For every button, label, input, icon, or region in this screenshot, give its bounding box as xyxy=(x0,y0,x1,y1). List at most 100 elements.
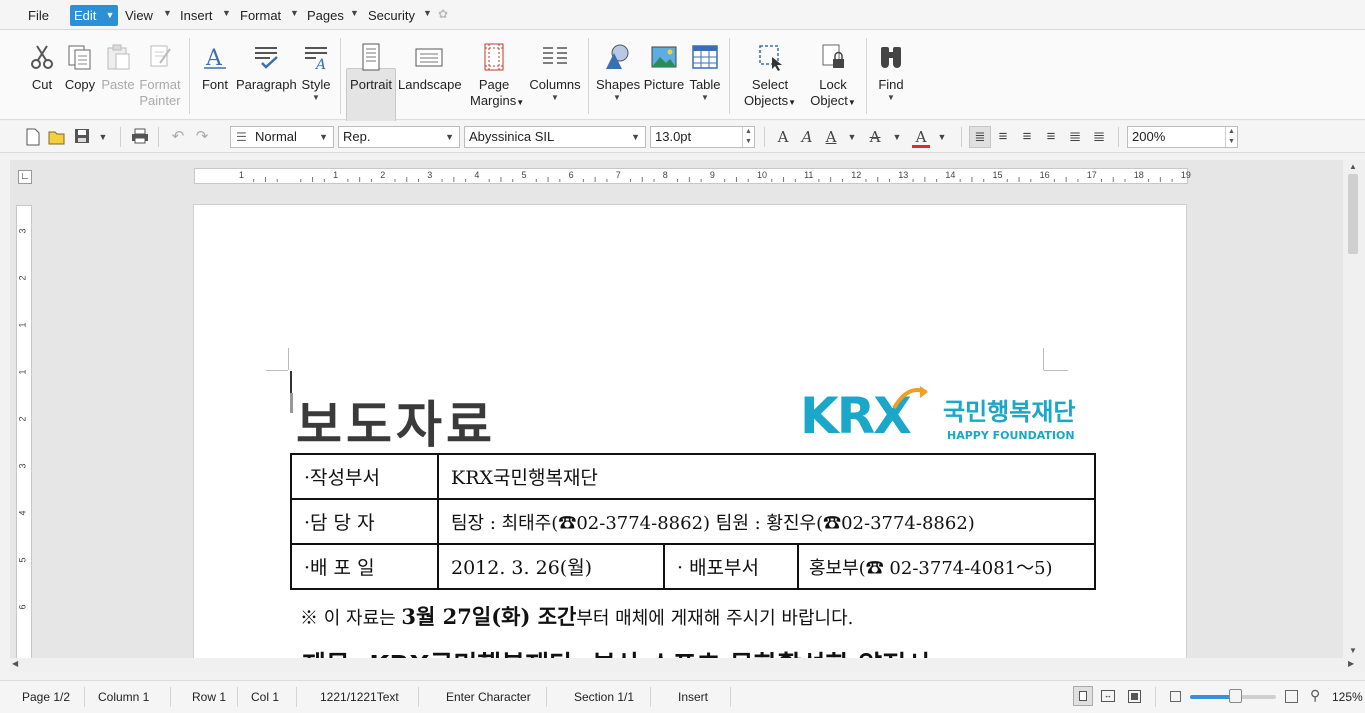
status-insert[interactable]: Insert xyxy=(678,690,708,704)
save-icon[interactable] xyxy=(73,128,91,146)
chevron-down-icon[interactable]: ▼ xyxy=(94,128,112,146)
align-center-icon[interactable]: ≡ xyxy=(1018,128,1036,146)
zoom-stepper[interactable]: ▲ ▼ xyxy=(1225,127,1237,147)
underline-icon[interactable]: A xyxy=(822,128,840,146)
open-folder-icon[interactable] xyxy=(48,128,66,146)
menu-insert[interactable]: Insert xyxy=(176,5,217,26)
copy-button[interactable]: Copy xyxy=(62,38,98,118)
lock-object-button[interactable]: Lock Object▼ xyxy=(808,38,858,118)
chevron-down-icon[interactable]: ▼ xyxy=(874,93,908,103)
select-objects-button[interactable]: Select Objects▼ xyxy=(744,38,796,118)
chevron-down-icon[interactable]: ▼ xyxy=(350,8,359,18)
table-button[interactable]: Table ▼ xyxy=(688,38,722,118)
web-view-icon[interactable]: ↔ xyxy=(1101,690,1115,702)
font-size-input[interactable]: 13.0pt ▲ ▼ xyxy=(650,126,755,148)
scrollbar-thumb[interactable] xyxy=(1348,174,1358,254)
logo-english: HAPPY FOUNDATION xyxy=(947,429,1075,442)
bold-icon[interactable]: A xyxy=(774,128,792,146)
shapes-button[interactable]: Shapes ▼ xyxy=(596,38,640,118)
fit-view-icon[interactable] xyxy=(1128,690,1141,703)
row3-label: ·배 포 일 xyxy=(290,543,439,590)
paragraph-button[interactable]: Paragraph xyxy=(236,38,297,118)
chevron-down-icon[interactable]: ▼ xyxy=(688,93,722,103)
horizontal-ruler[interactable]: 1 1 2 3 4 5 6 7 8 9 10 11 12 13 14 15 16 17 18 19 xyxy=(194,168,1191,184)
magnifier-icon[interactable]: ⚲ xyxy=(1310,687,1320,704)
align-justify-icon[interactable]: ≣ xyxy=(1066,128,1084,146)
shapes-icon xyxy=(603,43,631,71)
zoom-out-icon[interactable] xyxy=(1170,691,1181,702)
new-document-icon[interactable] xyxy=(24,128,42,146)
chevron-down-icon[interactable]: ▼ xyxy=(933,128,951,146)
table-row: ·작성부서 KRX국민행복재단 xyxy=(290,453,1096,500)
menu-format[interactable]: Format xyxy=(236,5,285,26)
redo-icon[interactable]: ↷ xyxy=(193,128,211,146)
zoom-slider-handle[interactable] xyxy=(1229,689,1242,703)
align-right-icon[interactable]: ≡ xyxy=(1042,128,1060,146)
vruler-number: 1 xyxy=(17,322,28,328)
style-select[interactable]: ☰ Normal ▼ xyxy=(230,126,334,148)
undo-icon[interactable]: ↶ xyxy=(169,128,187,146)
menu-pages[interactable]: Pages xyxy=(303,5,348,26)
horizontal-scrollbar[interactable]: ◀ ▶ xyxy=(10,658,1365,672)
picture-button[interactable]: Picture xyxy=(642,38,686,118)
align-left-icon[interactable]: ≡ xyxy=(994,128,1012,146)
document-canvas[interactable]: ∟ 1 1 2 3 4 5 6 7 8 9 10 11 12 13 14 15 16 17 18 19 3211234… xyxy=(10,160,1343,658)
style-button[interactable]: A Style ▼ xyxy=(300,38,332,118)
print-icon[interactable] xyxy=(131,128,149,146)
font-button[interactable]: A Font xyxy=(198,38,232,118)
strikethrough-icon[interactable]: A xyxy=(866,128,884,146)
row2-value: 팀장 : 최태주(☎02-3774-8862) 팀원 : 황진우(☎02-377… xyxy=(437,498,1096,545)
font-color-icon[interactable]: A xyxy=(912,128,930,148)
reference-select[interactable]: Rep. ▼ xyxy=(338,126,460,148)
status-row: Row 1 xyxy=(192,690,227,704)
chevron-down-icon[interactable]: ▼ xyxy=(528,93,582,103)
page-margins-button[interactable]: Page Margins▼ xyxy=(470,38,524,118)
page-view-icon[interactable] xyxy=(1073,686,1093,706)
vertical-scrollbar[interactable]: ▲ ▼ xyxy=(1343,160,1365,658)
chevron-down-icon[interactable]: ▼ xyxy=(163,8,172,18)
zoom-in-icon[interactable] xyxy=(1285,690,1298,703)
format-painter-button[interactable]: Format Painter xyxy=(138,38,182,118)
chevron-down-icon: ▼ xyxy=(847,98,856,107)
cut-button[interactable]: Cut xyxy=(24,38,60,118)
status-divider xyxy=(546,687,547,707)
chevron-down-icon[interactable]: ▼ xyxy=(596,93,638,103)
paste-button[interactable]: Paste xyxy=(100,38,136,118)
gear-icon[interactable]: ✿ xyxy=(438,7,448,21)
page-margins-text: Margins xyxy=(470,93,517,108)
align-justify-left-icon[interactable]: ≣ xyxy=(969,126,991,148)
chevron-down-icon[interactable]: ▼ xyxy=(300,93,332,103)
vertical-ruler[interactable]: 3 2 1 1 2 3 4 5 6 xyxy=(16,205,32,658)
menu-view[interactable]: View xyxy=(121,5,157,26)
align-distribute-icon[interactable]: ≣ xyxy=(1090,128,1108,146)
chevron-down-icon[interactable]: ▼ xyxy=(222,8,231,18)
ruler-number: 17 xyxy=(1086,170,1097,180)
ruler-number: 16 xyxy=(1039,170,1050,180)
chevron-down-icon[interactable]: ▼ xyxy=(290,8,299,18)
landscape-button[interactable]: Landscape xyxy=(398,38,462,118)
zoom-input[interactable]: 200% ▲ ▼ xyxy=(1127,126,1238,148)
columns-button[interactable]: Columns ▼ xyxy=(528,38,582,118)
menu-file[interactable]: File xyxy=(24,5,53,26)
scroll-down-icon[interactable]: ▼ xyxy=(1349,646,1357,655)
font-size-stepper[interactable]: ▲ ▼ xyxy=(742,127,754,147)
menu-edit[interactable]: Edit ▼ xyxy=(70,5,119,26)
find-button[interactable]: Find ▼ xyxy=(874,38,908,118)
chevron-down-icon[interactable]: ▼ xyxy=(888,128,906,146)
portrait-button-content[interactable]: Portrait xyxy=(348,38,394,118)
fit-view-glyph xyxy=(1131,693,1138,700)
scroll-right-icon[interactable]: ▶ xyxy=(1348,659,1354,668)
vruler-number: 5 xyxy=(17,557,28,563)
chevron-down-icon[interactable]: ▼ xyxy=(423,8,432,18)
tab-stop-icon[interactable]: ∟ xyxy=(18,170,32,184)
scroll-up-icon[interactable]: ▲ xyxy=(1349,162,1357,171)
menu-edit-label: Edit xyxy=(74,8,97,23)
scroll-left-icon[interactable]: ◀ xyxy=(12,659,18,668)
font-icon: A xyxy=(201,43,229,71)
font-family-select[interactable]: Abyssinica SIL ▼ xyxy=(464,126,646,148)
document-page[interactable]: 보도자료 KRX 국민행복재단 HAPPY FOUNDATION ·작성부서 K… xyxy=(193,204,1187,658)
chevron-down-icon[interactable]: ▼ xyxy=(843,128,861,146)
status-divider xyxy=(650,687,651,707)
italic-icon[interactable]: A xyxy=(798,128,816,146)
menu-security[interactable]: Security xyxy=(364,5,419,26)
